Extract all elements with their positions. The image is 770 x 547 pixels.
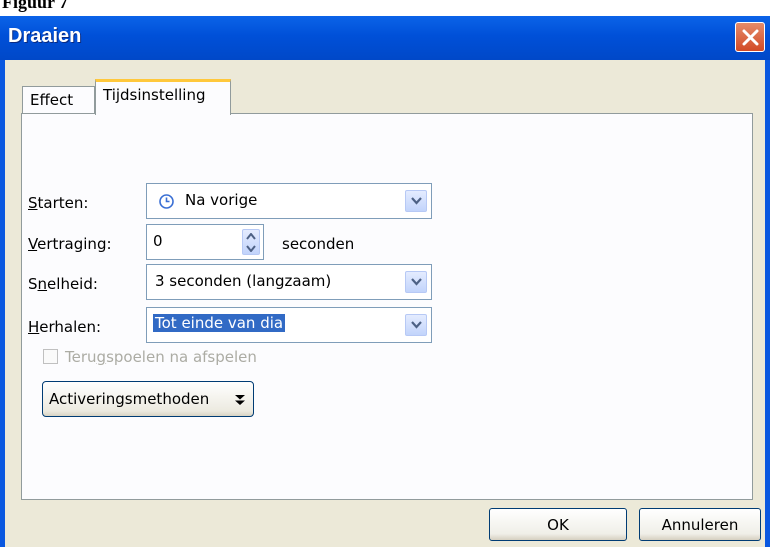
snelheid-combobox[interactable]: 3 seconden (langzaam) (146, 264, 432, 300)
close-button[interactable] (735, 22, 765, 52)
vertraging-unit: seconden (282, 235, 355, 253)
herhalen-combobox[interactable]: Tot einde van dia (146, 307, 432, 343)
title-bar[interactable]: Draaien (0, 16, 770, 60)
dialog-window: Draaien Effect Tijdsinstelling Starten: … (0, 16, 770, 547)
snelheid-value: 3 seconden (langzaam) (155, 272, 332, 290)
chevron-down-icon (411, 278, 422, 286)
starten-value: Na vorige (185, 191, 258, 209)
snelheid-label: Snelheid: (28, 275, 98, 293)
cancel-label: Annuleren (661, 516, 739, 534)
triggers-label: Activeringsmethoden (49, 390, 210, 408)
clock-icon (159, 194, 174, 209)
herhalen-value: Tot einde van dia (153, 314, 286, 332)
close-icon (742, 29, 759, 46)
triggers-button[interactable]: Activeringsmethoden (42, 381, 254, 417)
chevron-down-icon (411, 321, 422, 329)
tab-panel: Starten: Na vorige Vertraging: 0 seconde… (21, 113, 753, 500)
chevron-down-icon (411, 197, 422, 205)
snelheid-dropdown-button[interactable] (405, 271, 427, 293)
starten-label: Starten: (28, 194, 89, 212)
starten-dropdown-button[interactable] (405, 190, 427, 212)
ok-label: OK (547, 516, 569, 534)
tab-effect[interactable]: Effect (22, 86, 95, 114)
double-chevron-down-icon (235, 395, 245, 405)
vertraging-value: 0 (153, 232, 163, 250)
spin-up-icon (246, 233, 256, 240)
herhalen-label: Herhalen: (28, 318, 102, 336)
cancel-button[interactable]: Annuleren (639, 508, 761, 541)
figure-caption: Figuur 7 (2, 0, 69, 12)
rewind-label: Terugspoelen na afspelen (65, 348, 257, 366)
vertraging-label: Vertraging: (28, 235, 112, 253)
window-title: Draaien (8, 25, 82, 47)
spin-down-icon (246, 245, 256, 252)
rewind-checkbox[interactable] (43, 349, 58, 364)
starten-combobox[interactable]: Na vorige (146, 183, 432, 219)
ok-button[interactable]: OK (489, 508, 627, 541)
vertraging-spin-buttons[interactable] (242, 229, 260, 255)
vertraging-spinbox[interactable]: 0 (146, 224, 264, 260)
dialog-client: Effect Tijdsinstelling Starten: Na vorig… (5, 60, 765, 547)
herhalen-dropdown-button[interactable] (405, 314, 427, 336)
tab-tijdsinstelling[interactable]: Tijdsinstelling (95, 79, 231, 115)
